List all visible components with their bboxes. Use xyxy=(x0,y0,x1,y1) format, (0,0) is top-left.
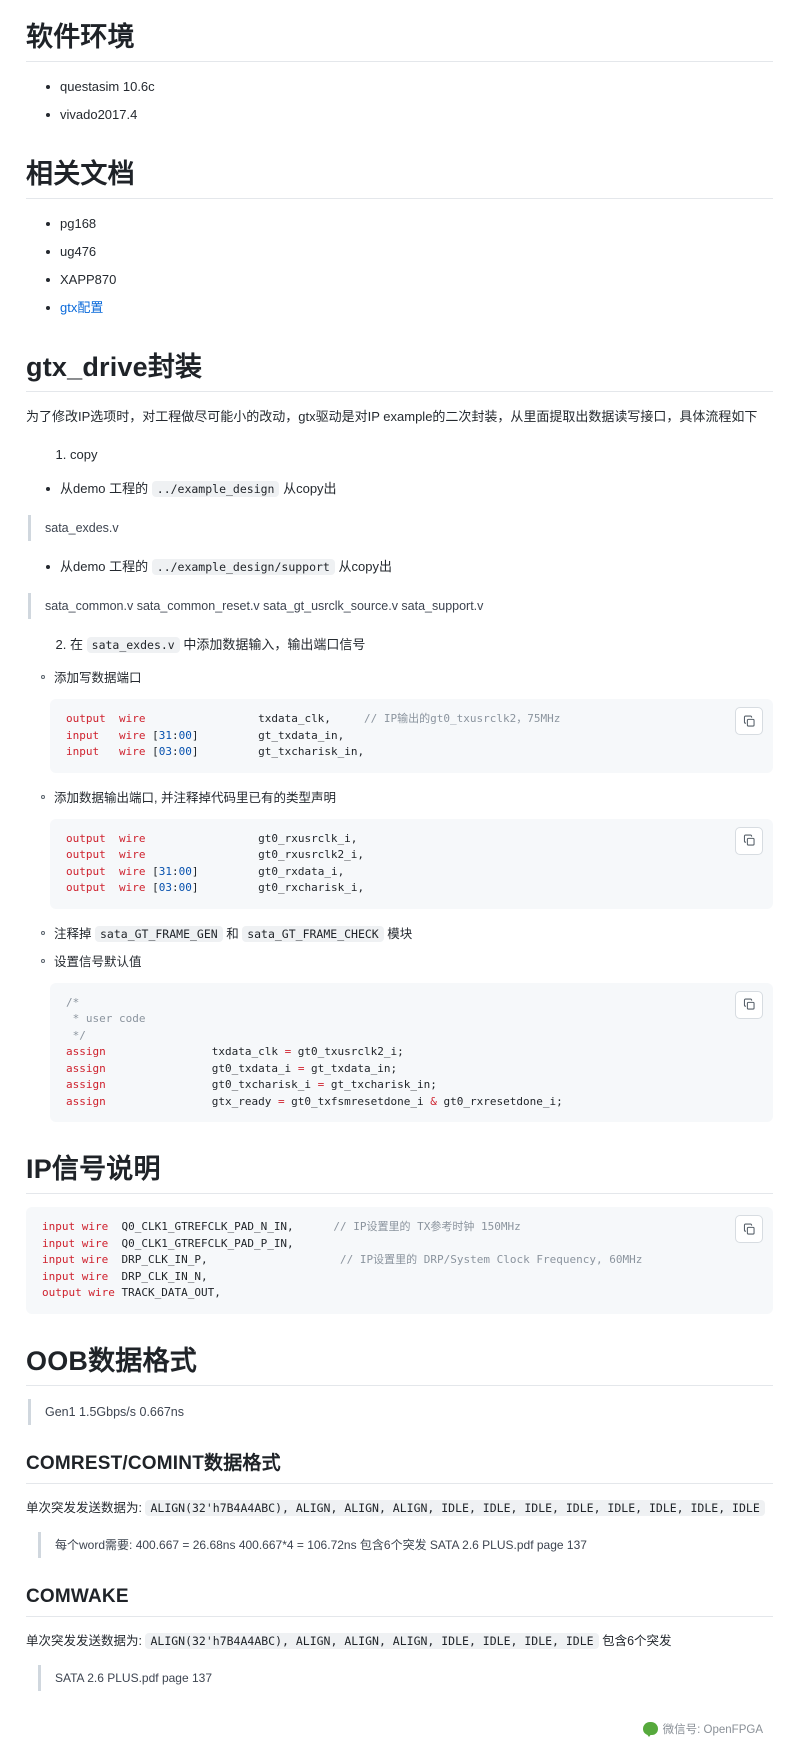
sub-list-comment-modules: 注释掉 sata_GT_FRAME_GEN 和 sata_GT_FRAME_CH… xyxy=(26,923,773,973)
list-item: 从demo 工程的 ../example_design 从copy出 xyxy=(46,477,773,501)
quote-support-files: sata_common.v sata_common_reset.v sata_g… xyxy=(28,593,773,619)
code-block-write-ports: output wire txdata_clk, // IP输出的gt0_txus… xyxy=(50,699,773,773)
copy-icon-button-4[interactable] xyxy=(735,1215,763,1243)
sub-list-write-ports: 添加写数据端口 xyxy=(26,667,773,689)
heading-comrest-comint: COMREST/COMINT数据格式 xyxy=(26,1451,773,1484)
sub-item-add-write-port: 添加写数据端口 xyxy=(41,667,773,689)
step-add-ports: 在 sata_exdes.v 中添加数据输入，输出端口信号 xyxy=(70,633,773,657)
comwake-prefix: 单次突发发送数据为: xyxy=(26,1633,142,1648)
copy-bullet-2-wrap: 从demo 工程的 ../example_design/support 从cop… xyxy=(26,555,773,579)
software-env-list: questasim 10.6c vivado2017.4 xyxy=(26,75,773,127)
module-frame-check: sata_GT_FRAME_CHECK xyxy=(242,925,384,942)
sub-list-output-ports: 添加数据输出端口, 并注释掉代码里已有的类型声明 xyxy=(26,787,773,809)
copy-bullet-1-wrap: 从demo 工程的 ../example_design 从copy出 xyxy=(26,477,773,501)
step-copy: copy xyxy=(70,443,773,467)
related-docs-list: pg168 ug476 XAPP870 gtx配置 xyxy=(26,212,773,320)
wechat-logo-icon xyxy=(642,1722,658,1737)
gtx-drive-paragraph: 为了修改IP选项时，对工程做尽可能小的改动，gtx驱动是对IP example的… xyxy=(26,409,758,424)
code-content: /* * user code */ assign txdata_clk = gt… xyxy=(66,995,563,1108)
path-example-design-support: ../example_design/support xyxy=(151,559,335,575)
gtx-drive-steps: copy xyxy=(26,443,773,467)
watermark: 微信号: OpenFPGA xyxy=(642,1721,763,1737)
comwake-reference: SATA 2.6 PLUS.pdf page 137 xyxy=(38,1664,773,1691)
copy-icon-button-3[interactable] xyxy=(735,990,763,1019)
sub3-prefix: 注释掉 xyxy=(54,926,92,941)
step2-suffix: 中添加数据输入，输出端口信号 xyxy=(183,637,366,652)
heading-related-docs: 相关文档 xyxy=(26,157,773,199)
heading-software-env: 软件环境 xyxy=(26,20,773,62)
comwake-align-sequence: ALIGN(32'h7B4A4ABC), ALIGN, ALIGN, ALIGN… xyxy=(145,1632,599,1649)
comrest-burst-line: 单次突发发送数据为: ALIGN(32'h7B4A4ABC), ALIGN, A… xyxy=(26,1496,773,1520)
heading-comwake: COMWAKE xyxy=(26,1584,773,1617)
sub3-mid: 和 xyxy=(226,926,239,941)
heading-oob-format: OOB数据格式 xyxy=(26,1344,773,1386)
comrest-align-sequence: ALIGN(32'h7B4A4ABC), ALIGN, ALIGN, ALIGN… xyxy=(145,1499,765,1516)
list-item: XAPP870 xyxy=(46,268,773,292)
copy-icon-button-1[interactable] xyxy=(735,707,763,735)
list-item: ug476 xyxy=(46,240,773,264)
page-footer: 微信号: OpenFPGA xyxy=(26,1705,773,1743)
heading-ip-signals: IP信号说明 xyxy=(26,1152,773,1194)
copy-icon xyxy=(743,1223,755,1235)
gtx-config-link[interactable]: gtx配置 xyxy=(60,300,103,315)
bullet1-suffix: 从copy出 xyxy=(283,481,337,496)
copy-icon xyxy=(743,715,755,727)
document-page: 软件环境 questasim 10.6c vivado2017.4 相关文档 p… xyxy=(0,0,799,1743)
path-example-design: ../example_design xyxy=(151,481,280,497)
list-item: pg168 xyxy=(46,212,773,236)
file-sata-exdes: sata_exdes.v xyxy=(86,637,180,653)
step2-prefix: 在 xyxy=(70,637,84,652)
code-block-ip-signals: input wire Q0_CLK1_GTREFCLK_PAD_N_IN, //… xyxy=(26,1207,773,1314)
bullet2-suffix: 从copy出 xyxy=(338,559,392,574)
comrest-quote-a: 每个word需要: xyxy=(55,1537,133,1552)
copy-icon xyxy=(743,998,755,1010)
code-content: input wire Q0_CLK1_GTREFCLK_PAD_N_IN, //… xyxy=(42,1220,643,1299)
bullet2-prefix: 从demo 工程的 xyxy=(60,559,149,574)
quote-gen1-speed: Gen1 1.5Gbps/s 0.667ns xyxy=(28,1398,773,1425)
watermark-text: 微信号: OpenFPGA xyxy=(662,1723,763,1736)
heading-gtx-drive: gtx_drive封装 xyxy=(26,350,773,392)
list-item: gtx配置 xyxy=(46,296,773,320)
comwake-burst-line: 单次突发发送数据为: ALIGN(32'h7B4A4ABC), ALIGN, A… xyxy=(26,1629,773,1653)
code-content: output wire txdata_clk, // IP输出的gt0_txus… xyxy=(66,712,561,758)
copy-icon xyxy=(743,834,755,846)
gtx-drive-step2: 在 sata_exdes.v 中添加数据输入，输出端口信号 xyxy=(26,633,773,657)
list-item: 从demo 工程的 ../example_design/support 从cop… xyxy=(46,555,773,579)
sub-item-add-output-port: 添加数据输出端口, 并注释掉代码里已有的类型声明 xyxy=(41,787,773,809)
quote-sata-exdes: sata_exdes.v xyxy=(28,515,773,541)
code-block-output-ports: output wire gt0_rxusrclk_i, output wire … xyxy=(50,818,773,909)
code-block-assignments: /* * user code */ assign txdata_clk = gt… xyxy=(50,982,773,1122)
comrest-quote-c: 400.667*4 = 106.72ns 包含6个突发 SATA 2.6 PLU… xyxy=(238,1537,587,1552)
comwake-suffix: 包含6个突发 xyxy=(602,1633,672,1648)
sub3-suffix: 模块 xyxy=(387,926,413,941)
module-frame-gen: sata_GT_FRAME_GEN xyxy=(95,925,223,942)
list-item: vivado2017.4 xyxy=(46,103,773,127)
comrest-word-timing: 每个word需要: 400.667 = 26.68ns 400.667*4 = … xyxy=(38,1531,773,1558)
code-content: output wire gt0_rxusrclk_i, output wire … xyxy=(66,831,365,895)
list-item: questasim 10.6c xyxy=(46,75,773,99)
comrest-quote-b: 400.667 = 26.68ns xyxy=(135,1537,236,1552)
sub-item-comment-out: 注释掉 sata_GT_FRAME_GEN 和 sata_GT_FRAME_CH… xyxy=(41,923,773,945)
comrest-prefix: 单次突发发送数据为: xyxy=(26,1500,142,1515)
sub-item-default-values: 设置信号默认值 xyxy=(41,951,773,973)
bullet1-prefix: 从demo 工程的 xyxy=(60,481,149,496)
copy-icon-button-2[interactable] xyxy=(735,826,763,855)
